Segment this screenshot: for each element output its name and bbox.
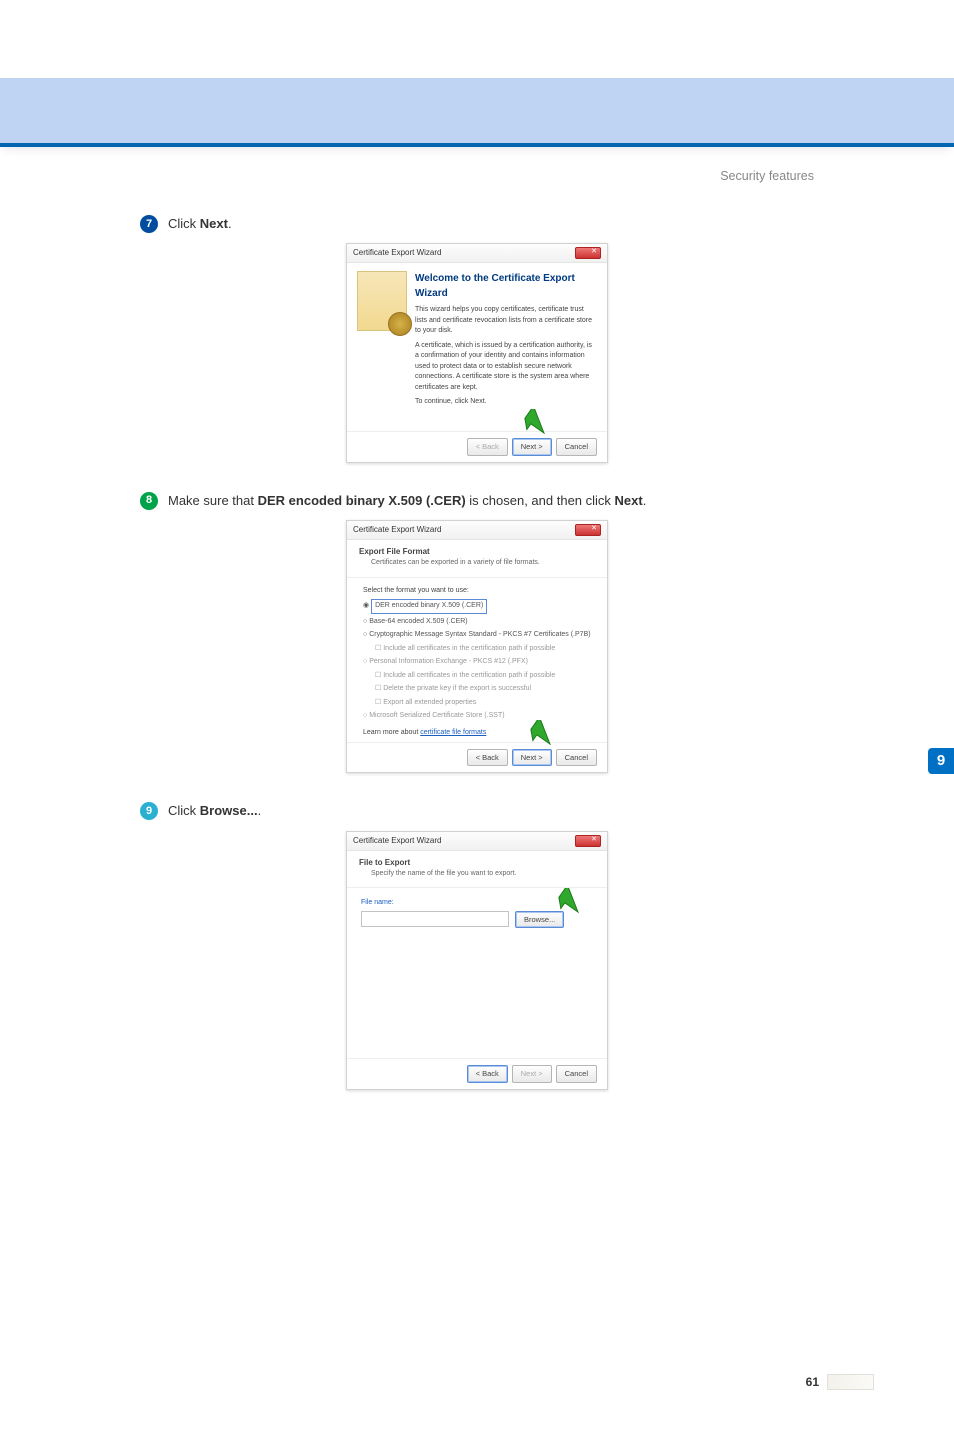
step-9: 9 Click Browse.... <box>140 801 814 821</box>
wizard-welcome-p1: This wizard helps you copy certificates,… <box>415 305 597 337</box>
step-9-pre: Click <box>168 803 200 818</box>
next-button: Next > <box>512 1065 552 1082</box>
step-7-pre: Click <box>168 216 200 231</box>
chapter-tab: 9 <box>928 748 954 774</box>
option-pfx-label: Personal Information Exchange - PKCS #12… <box>369 658 528 665</box>
option-der-label: DER encoded binary X.509 (.CER) <box>371 599 487 614</box>
wizard-title-text: Certificate Export Wizard <box>353 835 441 847</box>
wizard-welcome-p3: To continue, click Next. <box>415 397 597 408</box>
back-button[interactable]: < Back <box>467 749 508 766</box>
footer-decoration <box>827 1374 874 1390</box>
option-p7b-label: Cryptographic Message Syntax Standard - … <box>369 631 590 638</box>
back-button: < Back <box>467 438 508 455</box>
step-7-post: . <box>228 216 232 231</box>
back-button[interactable]: < Back <box>467 1065 508 1082</box>
arrow-pointer-icon <box>523 409 551 435</box>
wizard-welcome-p2: A certificate, which is issued by a cert… <box>415 341 597 394</box>
step-8-post: . <box>643 493 647 508</box>
wizard-subheader-desc: Specify the name of the file you want to… <box>371 869 595 880</box>
step-9-text: Click Browse.... <box>168 801 261 821</box>
top-banner <box>0 78 954 147</box>
option-base64-label: Base-64 encoded X.509 (.CER) <box>369 618 467 625</box>
option-p7b[interactable]: ○ Cryptographic Message Syntax Standard … <box>363 630 591 641</box>
wizard-format-dialog: Certificate Export Wizard Export File Fo… <box>346 520 608 773</box>
step-9-bold: Browse... <box>200 803 258 818</box>
step-7-bold: Next <box>200 216 228 231</box>
option-base64[interactable]: ○ Base-64 encoded X.509 (.CER) <box>363 617 591 628</box>
wizard-titlebar: Certificate Export Wizard <box>347 832 607 851</box>
section-header: Security features <box>0 167 814 186</box>
cancel-button[interactable]: Cancel <box>556 438 597 455</box>
step-9-badge: 9 <box>140 802 158 820</box>
step-9-post: . <box>258 803 262 818</box>
step-7-text: Click Next. <box>168 214 232 234</box>
filename-input[interactable] <box>361 911 509 927</box>
wizard-subheader: Export File Format Certificates can be e… <box>347 540 607 578</box>
option-p7b-sub: ☐ Include all certificates in the certif… <box>375 644 591 655</box>
cancel-button[interactable]: Cancel <box>556 749 597 766</box>
format-prompt: Select the format you want to use: <box>363 586 591 597</box>
step-8-bold2: Next <box>615 493 643 508</box>
step-8-text: Make sure that DER encoded binary X.509 … <box>168 491 646 511</box>
step-8-mid: is chosen, and then click <box>466 493 615 508</box>
next-button[interactable]: Next > <box>512 749 552 766</box>
learn-more-pre: Learn more about <box>363 729 420 736</box>
close-icon[interactable] <box>575 247 601 259</box>
step-8-pre: Make sure that <box>168 493 258 508</box>
wizard-title-text: Certificate Export Wizard <box>353 524 441 536</box>
step-8-bold1: DER encoded binary X.509 (.CER) <box>258 493 466 508</box>
arrow-pointer-icon <box>557 888 585 914</box>
wizard-title-text: Certificate Export Wizard <box>353 247 441 259</box>
wizard-titlebar: Certificate Export Wizard <box>347 244 607 263</box>
option-pfx: ○ Personal Information Exchange - PKCS #… <box>363 657 591 668</box>
option-sst-label: Microsoft Serialized Certificate Store (… <box>369 712 504 719</box>
step-8: 8 Make sure that DER encoded binary X.50… <box>140 491 814 511</box>
wizard-subheader: File to Export Specify the name of the f… <box>347 851 607 889</box>
wizard-welcome-dialog: Certificate Export Wizard Welcome to the… <box>346 243 608 462</box>
wizard-welcome-heading: Welcome to the Certificate Export Wizard <box>415 271 597 301</box>
option-der[interactable]: ◉ DER encoded binary X.509 (.CER) <box>363 599 591 614</box>
close-icon[interactable] <box>575 524 601 536</box>
wizard-titlebar: Certificate Export Wizard <box>347 521 607 540</box>
wizard-subheader-title: Export File Format <box>359 546 595 558</box>
option-pfx-sub1: ☐ Include all certificates in the certif… <box>375 671 591 682</box>
option-pfx-sub2: ☐ Delete the private key if the export i… <box>375 684 591 695</box>
next-button[interactable]: Next > <box>512 438 552 455</box>
step-7-badge: 7 <box>140 215 158 233</box>
page-number: 61 <box>806 1373 819 1391</box>
cancel-button[interactable]: Cancel <box>556 1065 597 1082</box>
step-7: 7 Click Next. <box>140 214 814 234</box>
certificate-icon <box>357 271 407 331</box>
arrow-pointer-icon <box>529 720 557 746</box>
close-icon[interactable] <box>575 835 601 847</box>
step-8-badge: 8 <box>140 492 158 510</box>
wizard-file-dialog: Certificate Export Wizard File to Export… <box>346 831 608 1090</box>
learn-more-link[interactable]: certificate file formats <box>420 729 486 736</box>
page-footer: 61 <box>806 1373 874 1391</box>
wizard-subheader-desc: Certificates can be exported in a variet… <box>371 558 595 569</box>
option-pfx-sub3: ☐ Export all extended properties <box>375 698 591 709</box>
wizard-subheader-title: File to Export <box>359 857 595 869</box>
